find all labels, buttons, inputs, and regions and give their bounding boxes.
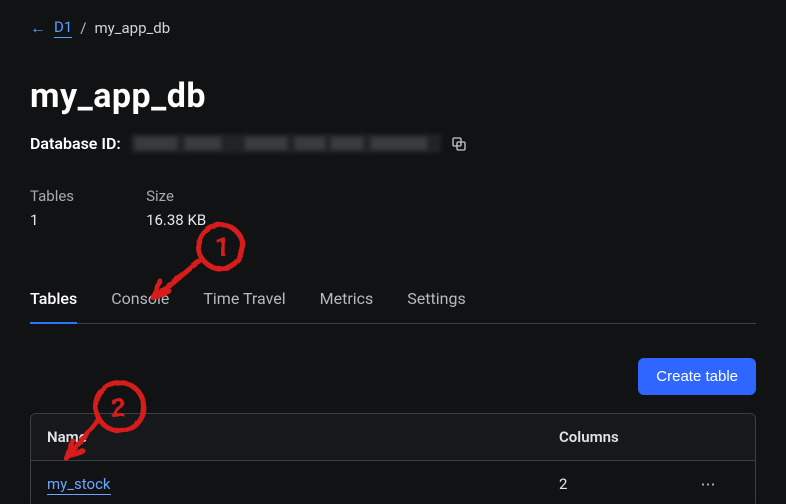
- copy-icon[interactable]: [451, 136, 467, 152]
- table-row: my_stock 2 ⋯: [31, 461, 755, 504]
- stats-row: Tables 1 Size 16.38 KB: [30, 187, 756, 229]
- table-columns-value: 2: [559, 475, 679, 493]
- tab-console[interactable]: Console: [111, 283, 169, 323]
- row-actions-icon[interactable]: ⋯: [679, 475, 739, 493]
- database-id-line: Database ID:: [30, 134, 756, 153]
- col-name-header: Name: [47, 428, 559, 446]
- svg-text:1: 1: [214, 232, 229, 262]
- tab-time-travel[interactable]: Time Travel: [203, 283, 285, 323]
- table-name-link[interactable]: my_stock: [47, 475, 111, 495]
- breadcrumb-link-d1[interactable]: D1: [54, 18, 72, 38]
- breadcrumb: ← D1 / my_app_db: [30, 18, 756, 38]
- stat-size: Size 16.38 KB: [146, 187, 206, 229]
- breadcrumb-separator: /: [80, 19, 86, 37]
- create-table-button[interactable]: Create table: [638, 358, 756, 395]
- col-columns-header: Columns: [559, 428, 679, 446]
- stat-tables-value: 1: [30, 211, 74, 229]
- tab-tables[interactable]: Tables: [30, 283, 77, 324]
- tab-metrics[interactable]: Metrics: [320, 283, 374, 323]
- tab-settings[interactable]: Settings: [407, 283, 465, 323]
- database-id-value-redacted: [131, 134, 441, 153]
- table-toolbar: Create table: [30, 358, 756, 395]
- table-header-row: Name Columns: [31, 414, 755, 461]
- stat-size-label: Size: [146, 187, 206, 205]
- stat-size-value: 16.38 KB: [146, 211, 206, 229]
- stat-tables: Tables 1: [30, 187, 74, 229]
- page-title: my_app_db: [30, 76, 756, 116]
- database-id-label: Database ID:: [30, 134, 121, 153]
- tab-bar: Tables Console Time Travel Metrics Setti…: [30, 283, 756, 324]
- stat-tables-label: Tables: [30, 187, 74, 205]
- tables-list: Name Columns my_stock 2 ⋯: [30, 413, 756, 504]
- breadcrumb-current: my_app_db: [94, 19, 170, 37]
- back-arrow-icon[interactable]: ←: [30, 20, 46, 36]
